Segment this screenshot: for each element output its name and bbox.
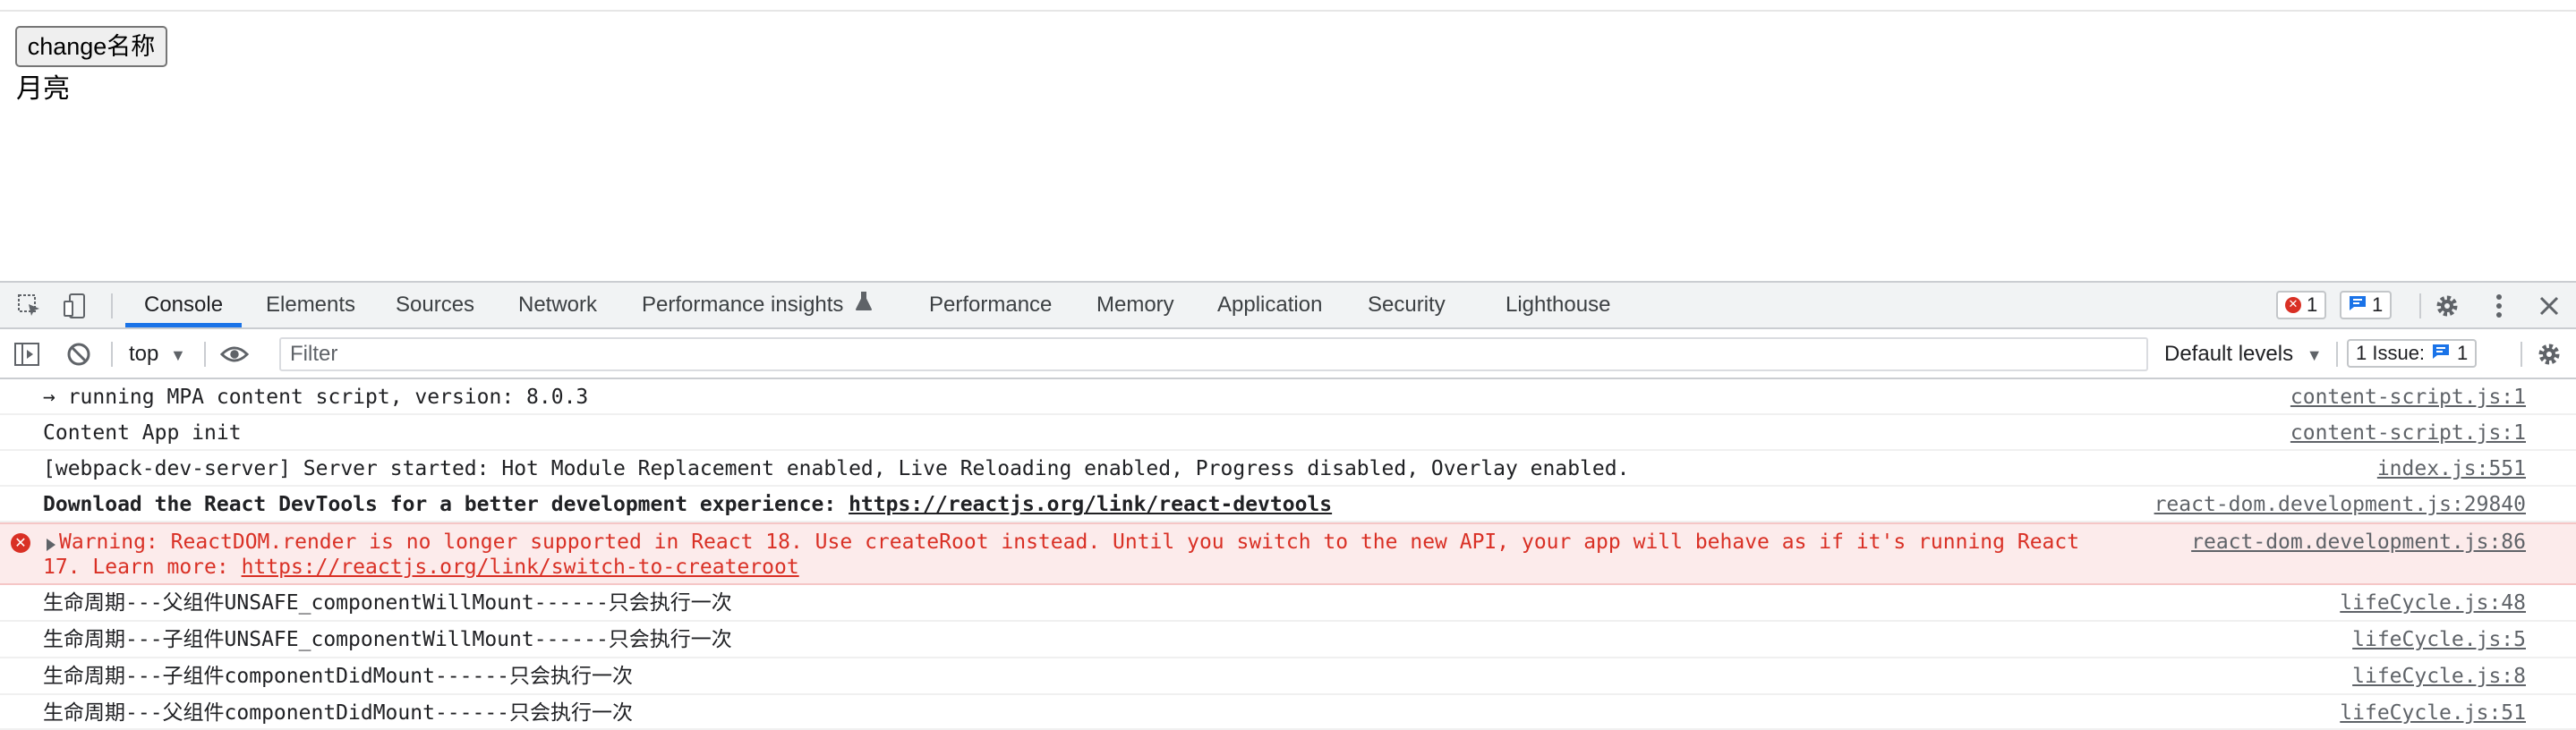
tabbar-divider <box>111 293 113 318</box>
close-devtools-icon[interactable] <box>2535 292 2563 320</box>
console-message-text: 生命周期---子组件componentDidMount------只会执行一次 <box>43 665 634 688</box>
page-viewport: change名称 月亮 <box>0 0 2576 281</box>
console-settings-gear-icon[interactable] <box>2535 340 2563 369</box>
console-source-link[interactable]: lifeCycle.js:48 <box>2340 590 2526 615</box>
live-expression-eye-icon[interactable] <box>220 340 249 369</box>
active-tab-indicator <box>125 323 242 327</box>
toolbar-divider <box>204 342 206 367</box>
context-selector-value: top <box>129 342 159 366</box>
console-source-link[interactable]: lifeCycle.js:51 <box>2340 700 2526 726</box>
message-icon <box>2349 293 2367 317</box>
show-sidebar-icon[interactable] <box>13 340 41 369</box>
console-message-text: [webpack-dev-server] Server started: Hot… <box>43 457 1630 480</box>
console-source-link[interactable]: react-dom.development.js:86 <box>2191 530 2526 555</box>
error-icon: ✕ <box>11 533 30 553</box>
console-message: 生命周期---父组件componentDidMount------只会执行一次 … <box>0 695 2576 730</box>
tab-security[interactable]: Security <box>1368 283 1446 327</box>
more-options-icon[interactable] <box>2485 292 2513 320</box>
tab-network[interactable]: Network <box>518 283 597 327</box>
console-source-link[interactable]: index.js:551 <box>2377 456 2526 481</box>
console-toolbar: top ▼ Default levels ▼ 1 Issue: 1 <box>0 329 2576 379</box>
expand-triangle-icon[interactable] <box>47 539 55 551</box>
console-message: 生命周期---子组件UNSAFE_componentWillMount-----… <box>0 622 2576 658</box>
console-warning-message: ✕ Warning: ReactDOM.render is no longer … <box>0 522 2576 585</box>
toolbar-divider <box>111 342 113 367</box>
change-name-button[interactable]: change名称 <box>15 26 167 67</box>
toolbar-divider <box>2521 342 2522 367</box>
console-message: → running MPA content script, version: 8… <box>0 379 2576 415</box>
tab-memory[interactable]: Memory <box>1096 283 1174 327</box>
tab-console[interactable]: Console <box>144 283 223 327</box>
console-source-link[interactable]: react-dom.development.js:29840 <box>2154 492 2526 517</box>
error-count-badge[interactable]: ✕ 1 <box>2276 291 2327 319</box>
toolbar-divider <box>2336 342 2338 367</box>
message-count-badge[interactable]: 1 <box>2340 291 2393 319</box>
console-filter-input[interactable] <box>279 337 2148 371</box>
console-message: 生命周期---父组件UNSAFE_componentWillMount-----… <box>0 585 2576 622</box>
console-message-prefix: Download the React DevTools for a better… <box>43 493 849 516</box>
console-source-link[interactable]: content-script.js:1 <box>2290 385 2526 410</box>
flask-icon <box>855 284 873 328</box>
caret-down-icon: ▼ <box>2306 346 2323 364</box>
devtools-panel: Console Elements Sources Network Perform… <box>0 281 2576 730</box>
console-message-text: Download the React DevTools for a better… <box>43 492 1332 517</box>
name-text: 月亮 <box>16 74 70 104</box>
console-log: → running MPA content script, version: 8… <box>0 379 2576 730</box>
tab-application[interactable]: Application <box>1217 283 1322 327</box>
console-message-text: Content App init <box>43 421 242 445</box>
log-levels-label: Default levels <box>2164 342 2294 366</box>
tab-sources[interactable]: Sources <box>396 283 474 327</box>
error-count: 1 <box>2307 293 2318 316</box>
log-levels-dropdown[interactable]: Default levels ▼ <box>2164 342 2323 367</box>
console-source-link[interactable]: content-script.js:1 <box>2290 420 2526 446</box>
issues-count: 1 <box>2457 342 2469 364</box>
issues-badge[interactable]: 1 Issue: 1 <box>2347 339 2478 368</box>
console-message: Download the React DevTools for a better… <box>0 487 2576 522</box>
settings-gear-icon[interactable] <box>2433 292 2461 320</box>
clear-console-icon[interactable] <box>64 340 93 369</box>
issues-label: 1 Issue: <box>2356 342 2426 364</box>
device-toolbar-icon[interactable] <box>61 292 90 320</box>
console-message-text: 生命周期---父组件UNSAFE_componentWillMount-----… <box>43 591 732 615</box>
issues-message-icon <box>2432 342 2450 365</box>
tab-performance[interactable]: Performance <box>929 283 1052 327</box>
react-devtools-link[interactable]: https://reactjs.org/link/react-devtools <box>849 493 1332 516</box>
console-warning-prefix: 17. Learn more: <box>43 556 242 579</box>
console-message-text: 生命周期---父组件componentDidMount------只会执行一次 <box>43 701 634 725</box>
console-message-text: 生命周期---子组件UNSAFE_componentWillMount-----… <box>43 628 732 651</box>
console-warning-text-line2: 17. Learn more: https://reactjs.org/link… <box>43 555 799 580</box>
createroot-link[interactable]: https://reactjs.org/link/switch-to-creat… <box>242 556 799 579</box>
console-message: [webpack-dev-server] Server started: Hot… <box>0 451 2576 487</box>
page-top-divider <box>0 10 2576 12</box>
tab-elements[interactable]: Elements <box>266 283 355 327</box>
context-selector[interactable]: top ▼ <box>129 342 186 367</box>
console-message-text: → running MPA content script, version: 8… <box>43 386 589 409</box>
console-warning-text: Warning: ReactDOM.render is no longer su… <box>59 531 2080 554</box>
tab-performance-insights[interactable]: Performance insights <box>642 283 873 327</box>
message-count: 1 <box>2372 293 2384 316</box>
tab-lighthouse[interactable]: Lighthouse <box>1506 283 1610 327</box>
inspect-element-icon[interactable] <box>15 292 44 320</box>
tabbar-divider-right <box>2419 293 2421 318</box>
devtools-tabbar: Console Elements Sources Network Perform… <box>0 281 2576 329</box>
console-source-link[interactable]: lifeCycle.js:5 <box>2352 627 2526 652</box>
caret-down-icon: ▼ <box>170 346 186 364</box>
error-icon: ✕ <box>2285 297 2301 313</box>
console-message: 生命周期---子组件componentDidMount------只会执行一次 … <box>0 658 2576 695</box>
console-message: Content App init content-script.js:1 <box>0 415 2576 451</box>
tab-performance-insights-label: Performance insights <box>642 293 844 317</box>
console-source-link[interactable]: lifeCycle.js:8 <box>2352 664 2526 689</box>
